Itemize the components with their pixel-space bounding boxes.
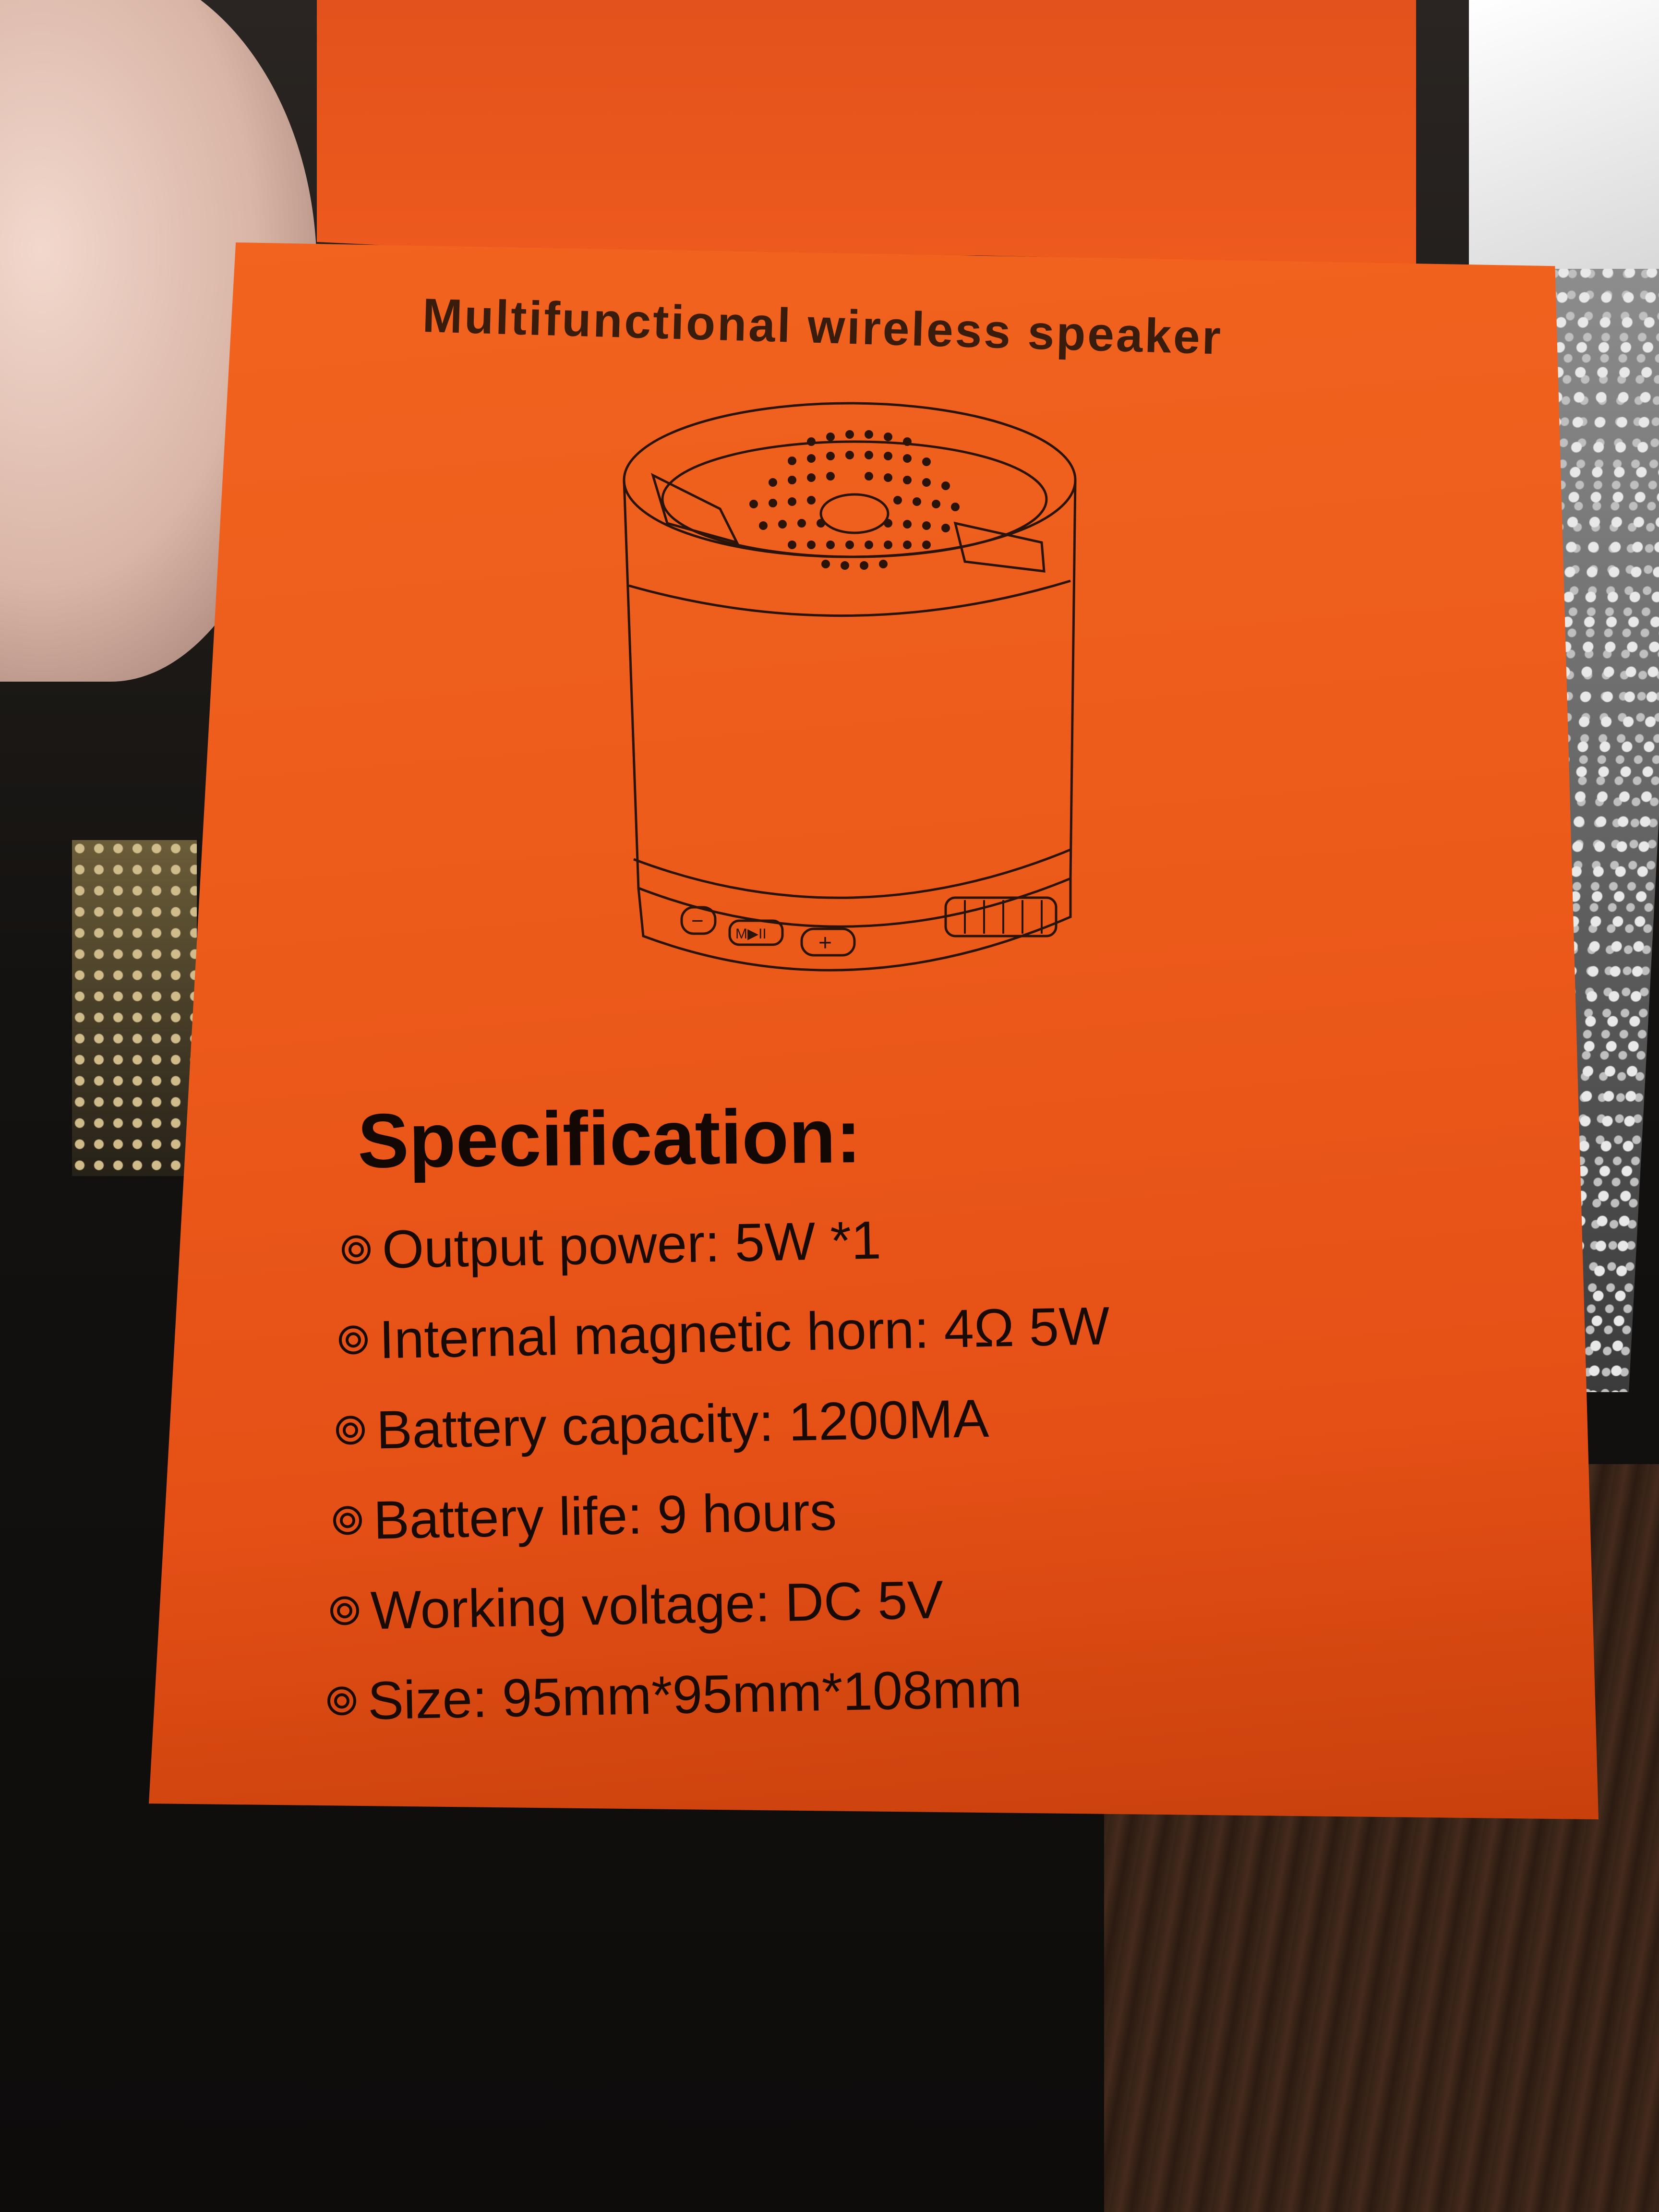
- phone-slot-right: [953, 521, 1046, 573]
- double-circle-bullet-icon: [330, 1596, 359, 1625]
- speaker-grille: [749, 430, 960, 570]
- speaker-band: [628, 579, 1071, 617]
- double-circle-bullet-icon: [333, 1506, 362, 1535]
- plus-button-label: +: [818, 930, 832, 956]
- speaker-base-ring: [633, 848, 1071, 899]
- spec-text: Working voltage: DC 5V: [370, 1569, 944, 1640]
- speaker-center-cap: [819, 493, 890, 534]
- specification-title: Specification:: [357, 1093, 862, 1184]
- spec-text: Battery life: 9 hours: [373, 1481, 837, 1550]
- minus-button-label: −: [691, 909, 704, 933]
- double-circle-bullet-icon: [341, 1235, 371, 1264]
- speaker-top-inner: [661, 440, 1048, 558]
- box-flap: [317, 0, 1416, 269]
- foil-bag-left: [72, 840, 197, 1176]
- double-circle-bullet-icon: [338, 1325, 368, 1355]
- white-card-corner: [1469, 0, 1659, 269]
- spec-list: Output power: 5W *1 Internal magnetic ho…: [327, 1205, 1445, 1746]
- spec-text: Battery capacity: 1200MA: [375, 1388, 990, 1460]
- play-button-label: M▶II: [735, 926, 767, 942]
- spec-text: Internal magnetic horn: 4Ω 5W: [378, 1295, 1110, 1370]
- speaker-illustration: − M▶II +: [623, 402, 1077, 972]
- spec-text: Size: 95mm*95mm*108mm: [367, 1658, 1023, 1731]
- double-circle-bullet-icon: [327, 1686, 356, 1716]
- double-circle-bullet-icon: [336, 1416, 365, 1445]
- spec-text: Output power: 5W *1: [381, 1209, 882, 1279]
